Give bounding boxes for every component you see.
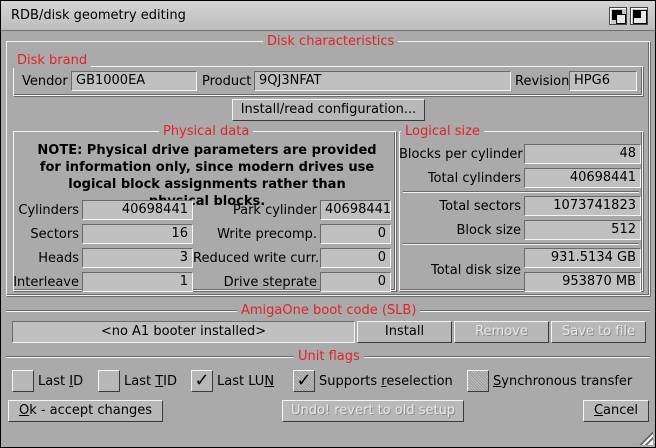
install-read-config-button[interactable]: Install/read configuration... — [232, 99, 425, 121]
depth-gadget-icon[interactable] — [609, 7, 627, 25]
title-bar[interactable]: RDB/disk geometry editing — [1, 1, 655, 31]
drive-steprate-field[interactable]: 0 — [320, 272, 391, 292]
cylinders-label: Cylinders — [18, 203, 79, 218]
synchronous-transfer-label: Synchronous transfer — [493, 374, 633, 389]
block-size-field[interactable]: 512 — [524, 220, 641, 240]
supports-reselection-check-icon: ✓ — [296, 370, 312, 391]
disk-brand-heading: Disk brand — [13, 53, 92, 68]
revision-label: Revision — [515, 74, 570, 89]
interleave-label: Interleave — [13, 275, 79, 290]
total-cylinders-field[interactable]: 40698441 — [524, 168, 641, 188]
window-title: RDB/disk geometry editing — [11, 8, 186, 23]
install-booter-button[interactable]: Install — [357, 321, 452, 343]
product-label: Product — [202, 74, 252, 89]
sectors-label: Sectors — [30, 227, 79, 242]
boot-code-heading: AmigaOne boot code (SLB) — [237, 303, 421, 318]
total-disk-size-gb-field[interactable]: 931.5134 GB — [524, 248, 641, 268]
synchronous-transfer-checkbox[interactable] — [467, 370, 489, 392]
supports-reselection-checkbox[interactable]: ✓ — [293, 370, 315, 392]
resize-grip-icon[interactable] — [639, 431, 653, 445]
park-cylinder-field[interactable]: 40698441 — [320, 200, 391, 220]
vendor-field[interactable]: GB1000EA — [71, 71, 197, 91]
last-id-checkbox[interactable] — [12, 370, 34, 392]
product-field[interactable]: 9QJ3NFAT — [254, 71, 511, 91]
sectors-field[interactable]: 16 — [82, 224, 193, 244]
write-precomp-field[interactable]: 0 — [320, 224, 391, 244]
vendor-label: Vendor — [22, 74, 68, 89]
undo-revert-button[interactable]: Undo! revert to old setup — [282, 400, 464, 422]
zoom-gadget-icon[interactable] — [630, 7, 648, 25]
supports-reselection-label: Supports reselection — [319, 374, 453, 389]
last-tid-checkbox[interactable] — [98, 370, 120, 392]
total-cylinders-label: Total cylinders — [427, 171, 521, 186]
unit-flags-heading: Unit flags — [294, 349, 364, 364]
last-id-label: Last ID — [38, 374, 84, 389]
interleave-field[interactable]: 1 — [82, 272, 193, 292]
cylinders-field[interactable]: 40698441 — [82, 200, 193, 220]
drive-steprate-label: Drive steprate — [223, 275, 317, 290]
total-disk-size-mb-field[interactable]: 953870 MB — [524, 272, 641, 292]
last-lun-label: Last LUN — [217, 374, 275, 389]
disk-characteristics-heading: Disk characteristics — [263, 34, 399, 49]
heads-label: Heads — [38, 251, 79, 266]
blocks-per-cylinder-field[interactable]: 48 — [524, 144, 641, 164]
last-tid-label: Last TID — [124, 374, 178, 389]
blocks-per-cylinder-label: Blocks per cylinder — [399, 147, 523, 162]
booter-status-field: <no A1 booter installed> — [12, 321, 355, 343]
block-size-label: Block size — [456, 223, 522, 238]
heads-field[interactable]: 3 — [82, 248, 193, 268]
cancel-button[interactable]: Cancel — [583, 400, 649, 422]
last-lun-checkbox[interactable]: ✓ — [191, 370, 213, 392]
reduced-write-field[interactable]: 0 — [320, 248, 391, 268]
write-precomp-label: Write precomp. — [217, 227, 317, 242]
reduced-write-label: Reduced write curr. — [193, 251, 320, 266]
logical-size-heading: Logical size — [401, 124, 484, 139]
revision-field[interactable]: HPG6 — [569, 71, 637, 91]
total-sectors-field[interactable]: 1073741823 — [524, 196, 641, 216]
park-cylinder-label: Park cylinder — [232, 203, 317, 218]
last-lun-check-icon: ✓ — [194, 370, 210, 391]
logical-separator-1 — [403, 191, 639, 193]
logical-separator-2 — [403, 243, 639, 245]
remove-booter-button[interactable]: Remove — [454, 321, 549, 343]
physical-data-heading: Physical data — [159, 124, 254, 139]
geometry-window: RDB/disk geometry editing Disk character… — [0, 0, 656, 448]
ok-accept-button[interactable]: Ok - accept changes — [8, 400, 163, 422]
save-booter-button[interactable]: Save to file — [551, 321, 646, 343]
total-sectors-label: Total sectors — [439, 199, 521, 214]
total-disk-size-label: Total disk size — [431, 263, 521, 278]
